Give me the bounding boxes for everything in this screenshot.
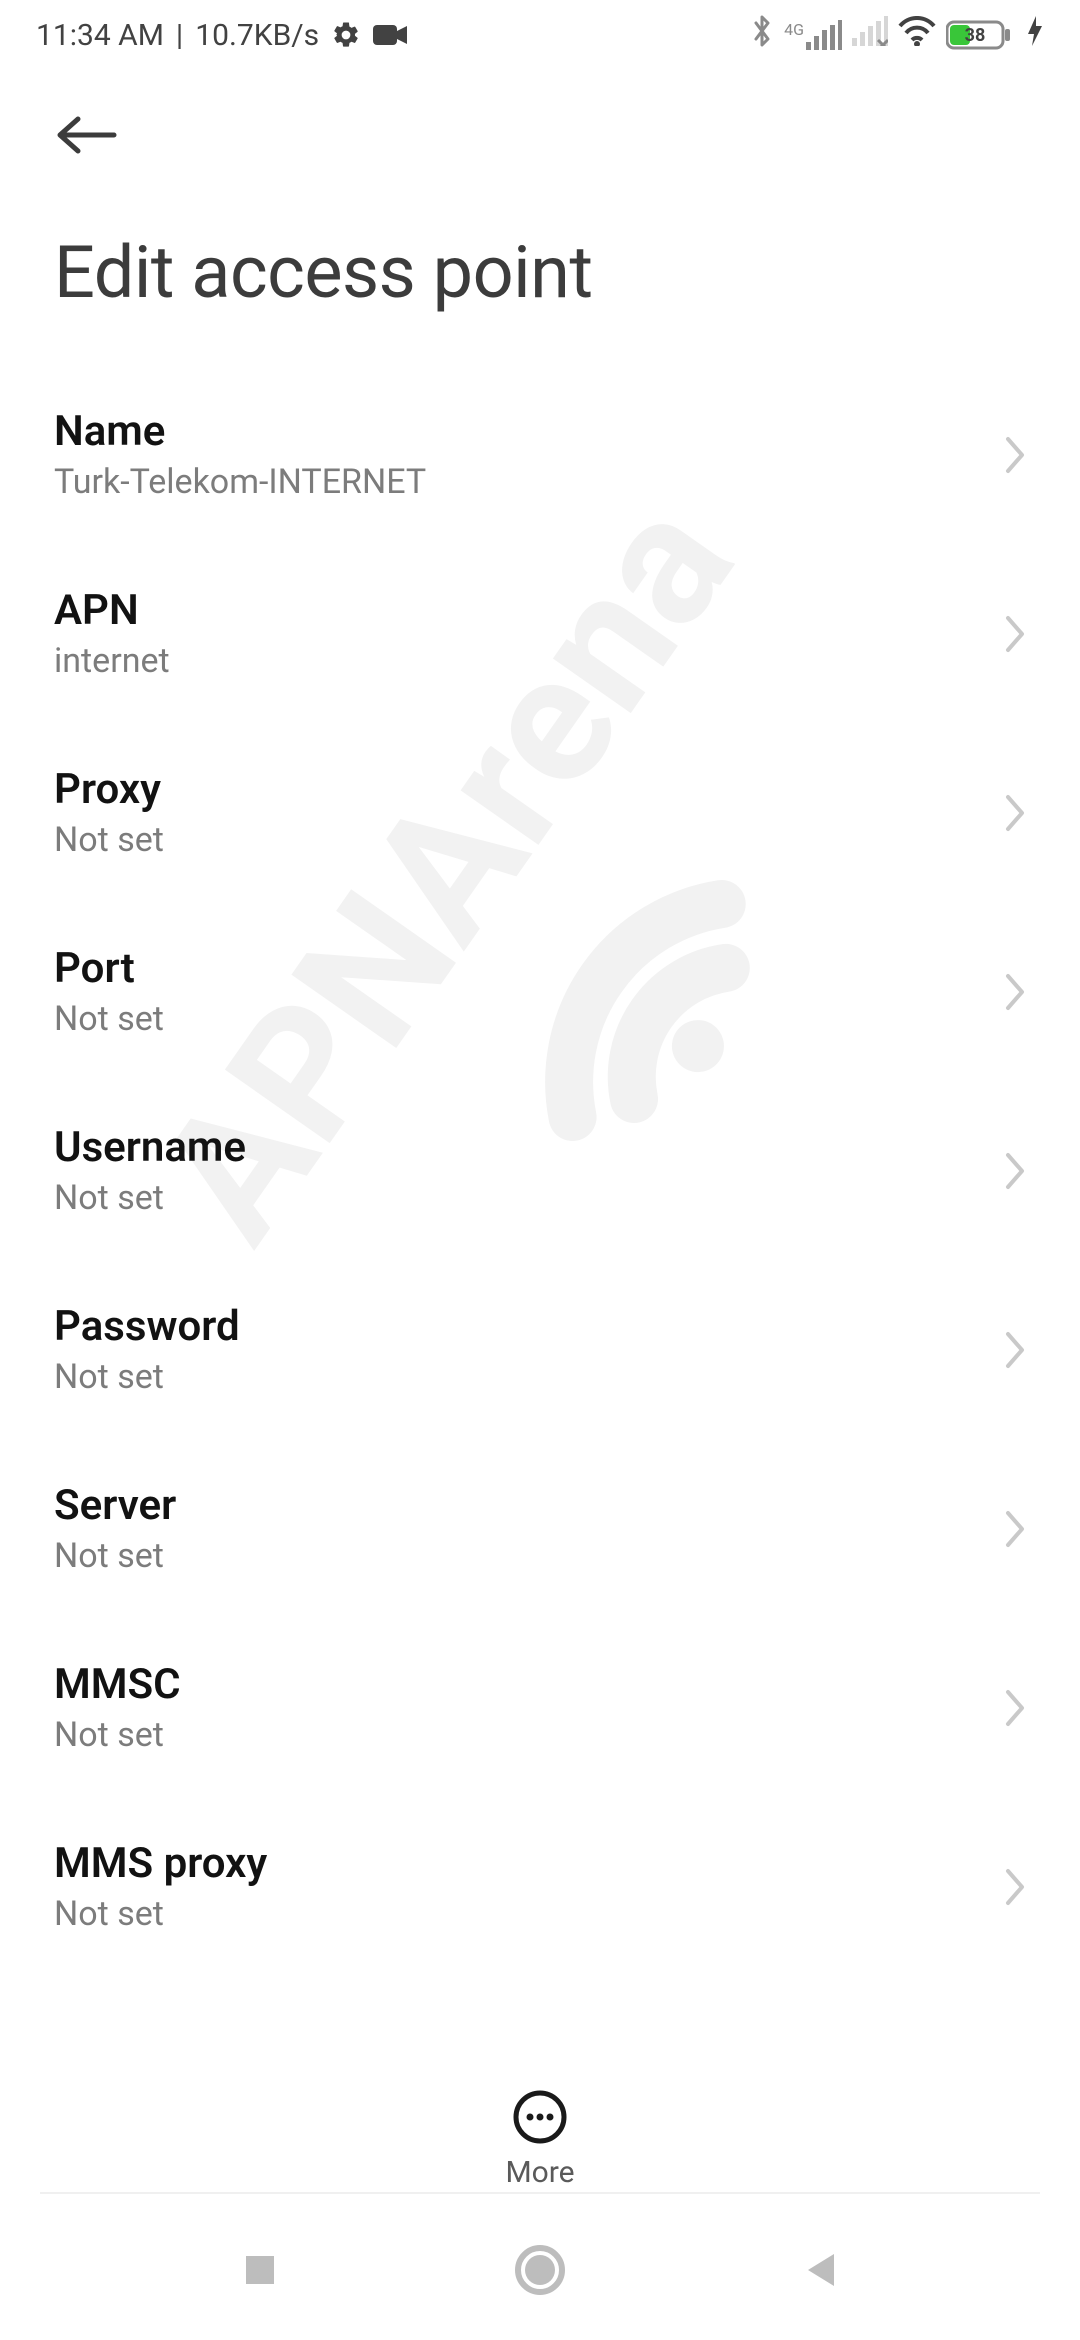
item-value: Not set — [54, 1536, 176, 1576]
item-value: Not set — [54, 1894, 267, 1934]
item-name[interactable]: Name Turk-Telekom-INTERNET — [0, 365, 1080, 544]
item-title: Name — [54, 407, 426, 456]
item-password[interactable]: Password Not set — [0, 1260, 1080, 1439]
circle-icon — [514, 2244, 566, 2296]
more-button[interactable]: More — [505, 2089, 574, 2190]
item-title: MMS proxy — [54, 1839, 267, 1888]
chevron-right-icon — [1002, 793, 1026, 833]
status-bar: 11:34 AM | 10.7KB/s 4G — [0, 0, 1080, 70]
wifi-icon — [898, 16, 936, 54]
status-network-speed: 10.7KB/s — [195, 18, 319, 53]
item-apn[interactable]: APN internet — [0, 544, 1080, 723]
settings-list: Name Turk-Telekom-INTERNET APN internet … — [0, 355, 1080, 1976]
network-type-label: 4G — [784, 20, 804, 39]
item-mmsc[interactable]: MMSC Not set — [0, 1618, 1080, 1797]
gear-icon — [331, 20, 361, 50]
item-mms-proxy[interactable]: MMS proxy Not set — [0, 1797, 1080, 1976]
item-value: Turk-Telekom-INTERNET — [54, 462, 426, 502]
item-title: MMSC — [54, 1660, 181, 1709]
triangle-left-icon — [802, 2250, 838, 2290]
status-time: 11:34 AM — [36, 18, 164, 53]
signal-sim2-icon — [852, 16, 888, 46]
nav-back-button[interactable] — [785, 2235, 855, 2305]
item-title: APN — [54, 586, 170, 635]
chevron-right-icon — [1002, 1330, 1026, 1370]
chevron-right-icon — [1002, 435, 1026, 475]
divider — [40, 2192, 1040, 2194]
page-title: Edit access point — [0, 180, 1080, 355]
signal-sim1-icon — [806, 20, 842, 50]
chevron-right-icon — [1002, 1867, 1026, 1907]
chevron-right-icon — [1002, 972, 1026, 1012]
arrow-left-icon — [54, 113, 118, 157]
nav-recents-button[interactable] — [225, 2235, 295, 2305]
item-title: Password — [54, 1302, 240, 1351]
more-icon — [512, 2089, 568, 2145]
item-server[interactable]: Server Not set — [0, 1439, 1080, 1618]
battery-icon: 38 — [946, 18, 1016, 52]
item-port[interactable]: Port Not set — [0, 902, 1080, 1081]
nav-home-button[interactable] — [505, 2235, 575, 2305]
video-camera-icon — [373, 22, 409, 48]
chevron-right-icon — [1002, 1688, 1026, 1728]
chevron-right-icon — [1002, 1509, 1026, 1549]
chevron-right-icon — [1002, 1151, 1026, 1191]
item-value: Not set — [54, 999, 164, 1039]
item-title: Username — [54, 1123, 246, 1172]
item-value: internet — [54, 641, 170, 681]
item-title: Server — [54, 1481, 176, 1530]
item-value: Not set — [54, 1715, 181, 1755]
item-value: Not set — [54, 1357, 240, 1397]
bluetooth-icon — [750, 13, 774, 57]
more-label: More — [505, 2155, 574, 2190]
item-title: Port — [54, 944, 164, 993]
charging-icon — [1026, 14, 1044, 56]
item-title: Proxy — [54, 765, 164, 814]
item-proxy[interactable]: Proxy Not set — [0, 723, 1080, 902]
back-button[interactable] — [54, 100, 124, 170]
item-value: Not set — [54, 1178, 246, 1218]
system-nav-bar — [0, 2200, 1080, 2340]
square-icon — [242, 2252, 278, 2288]
item-value: Not set — [54, 820, 164, 860]
battery-percent-text: 38 — [965, 25, 986, 46]
item-username[interactable]: Username Not set — [0, 1081, 1080, 1260]
chevron-right-icon — [1002, 614, 1026, 654]
